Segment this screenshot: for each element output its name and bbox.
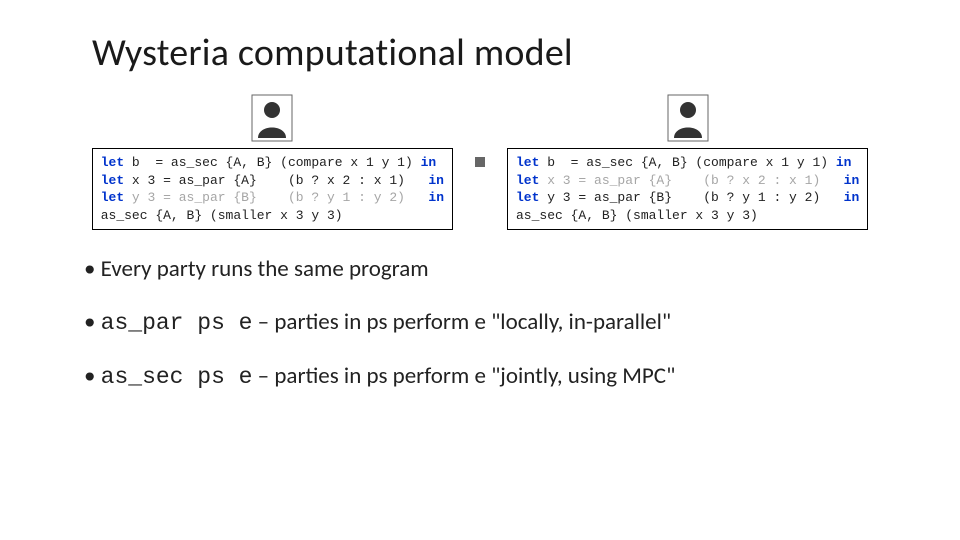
party-block-b: let b = as_sec {A, B} (compare x 1 y 1) … [507,94,868,230]
code-gray: {A} (b ? x 2 : x 1) [649,173,844,188]
bullet-list: Every party runs the same program as_par… [84,254,960,393]
person-icon [667,94,709,142]
slide-title: Wysteria computational model [92,30,960,76]
party-row: let b = as_sec {A, B} (compare x 1 y 1) … [0,94,960,230]
bullet-sep: – [252,308,274,336]
code-text: b = as_sec {A, B} (compare x 1 y 1) [539,155,835,170]
person-icon [251,94,293,142]
kw-in: in [836,155,852,170]
bullet-item: as_par ps e – parties in ps perform e "l… [84,307,960,339]
code-text: y 3 = as_par {B} (b ? y 1 : y 2) [539,190,843,205]
bullet-item: as_sec ps e – parties in ps perform e "j… [84,361,960,393]
bullet-text: parties in ps perform e "locally, in-par… [274,308,671,336]
kw-in: in [844,190,860,205]
bullet-text: parties in ps perform e "jointly, using … [274,362,675,390]
bullet-sep: – [252,362,274,390]
kw-let: let [516,155,539,170]
bullet-code: as_par ps e [101,310,253,336]
code-gray: {B} (b ? y 1 : y 2) [233,190,428,205]
code-box-a: let b = as_sec {A, B} (compare x 1 y 1) … [92,148,453,230]
code-text: x 3 = as_par {A} (b ? x 2 : x 1) [124,173,428,188]
kw-let: let [101,190,124,205]
kw-let: let [101,155,124,170]
code-text: as_sec {A, B} (smaller x 3 y 3) [101,208,343,223]
kw-let: let [516,173,539,188]
kw-in: in [421,155,437,170]
bullet-item: Every party runs the same program [84,254,960,285]
bullet-code: as_sec ps e [101,364,253,390]
kw-let: let [516,190,539,205]
bullet-text: Every party runs the same program [101,255,429,283]
kw-in: in [844,173,860,188]
party-block-a: let b = as_sec {A, B} (compare x 1 y 1) … [92,94,453,230]
code-box-b: let b = as_sec {A, B} (compare x 1 y 1) … [507,148,868,230]
kw-in: in [428,190,444,205]
code-gray: y 3 = as_par [124,190,233,205]
divider-square [475,157,485,167]
code-text: as_sec {A, B} (smaller x 3 y 3) [516,208,758,223]
kw-let: let [101,173,124,188]
code-gray: x 3 = as_par [539,173,648,188]
code-text: b = as_sec {A, B} (compare x 1 y 1) [124,155,420,170]
kw-in: in [428,173,444,188]
slide: Wysteria computational model let b = as_… [0,0,960,540]
